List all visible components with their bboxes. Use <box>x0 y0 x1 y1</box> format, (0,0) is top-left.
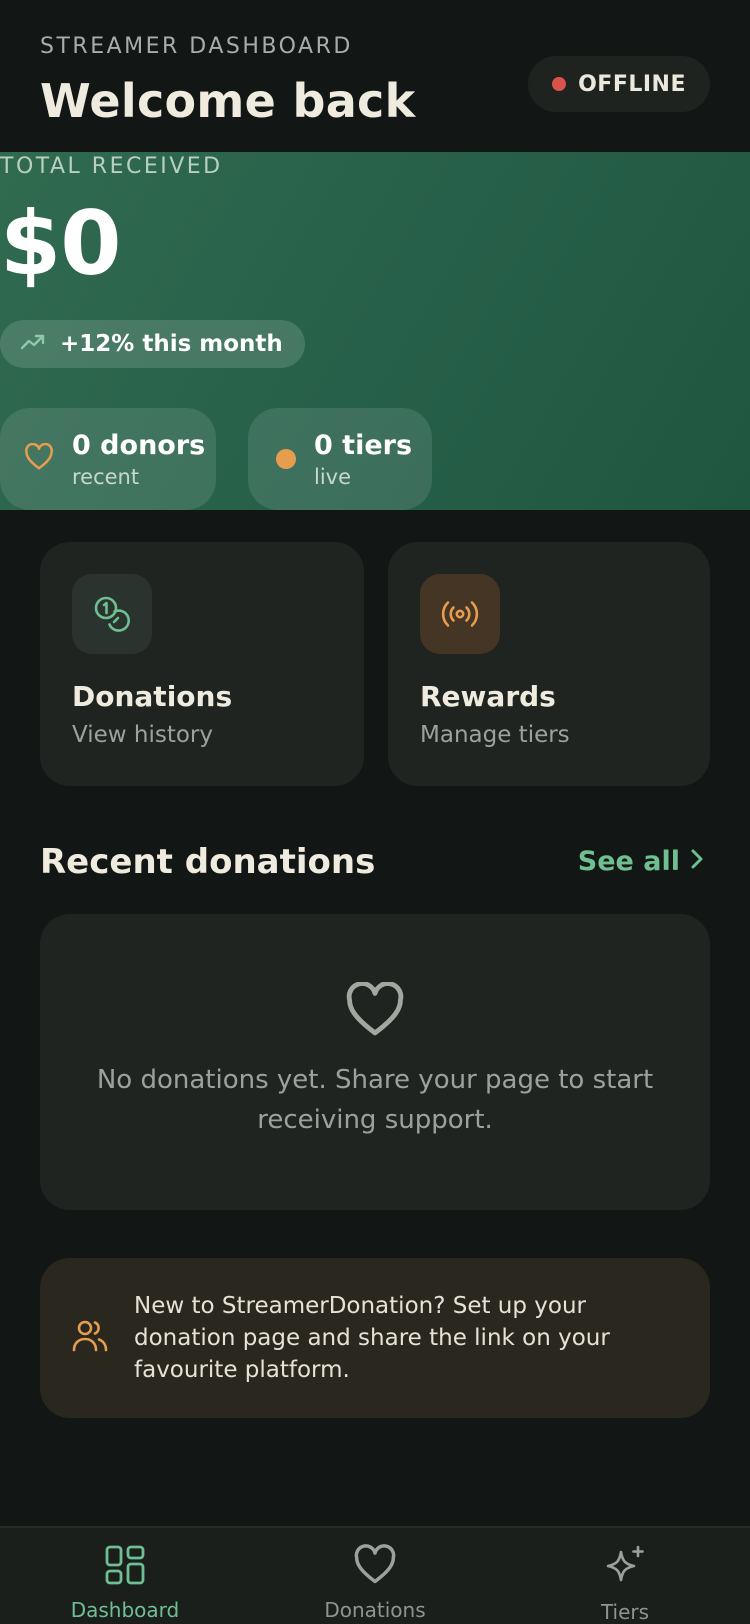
users-icon <box>70 1316 110 1360</box>
heart-icon <box>24 442 54 475</box>
nav-tab-dashboard[interactable]: Dashboard <box>0 1528 250 1624</box>
onboarding-tip-text: New to StreamerDonation? Set up your don… <box>134 1293 610 1383</box>
sparkle-icon <box>603 1544 647 1592</box>
heart-icon <box>353 1544 397 1590</box>
donors-stat: 0 donors recent <box>0 408 216 510</box>
chevron-right-icon <box>690 846 704 877</box>
empty-state-text: No donations yet. Share your page to sta… <box>96 1065 654 1135</box>
donors-count: 0 donors <box>72 429 206 461</box>
rewards-card-subtitle: Manage tiers <box>420 722 570 748</box>
heart-outline-icon <box>344 981 406 1042</box>
live-dot-icon <box>276 449 296 469</box>
bottom-navigation: Dashboard Donations Tiers <box>0 1526 750 1624</box>
nav-label-dashboard: Dashboard <box>70 1598 180 1622</box>
donations-card[interactable]: Donations View history <box>40 542 364 786</box>
nav-label-tiers: Tiers <box>600 1600 650 1624</box>
total-received-label: TOTAL RECEIVED <box>0 154 223 179</box>
see-all-link[interactable]: See all <box>578 846 704 877</box>
page-title: Welcome back <box>40 74 416 128</box>
donations-card-title: Donations <box>72 680 233 713</box>
broadcast-icon <box>420 574 500 654</box>
status-label: OFFLINE <box>578 71 686 97</box>
nav-label-donations: Donations <box>324 1598 426 1622</box>
trend-label: +12% this month <box>60 331 283 357</box>
page-eyebrow: STREAMER DASHBOARD <box>40 34 353 59</box>
trend-badge: +12% this month <box>0 320 305 368</box>
trending-up-icon <box>20 331 46 357</box>
dashboard-screen: STREAMER DASHBOARD Welcome back OFFLINE … <box>0 0 750 1624</box>
tiers-count: 0 tiers <box>314 429 413 461</box>
status-dot-icon <box>552 77 567 91</box>
rewards-card-title: Rewards <box>420 680 556 713</box>
empty-donations-card: No donations yet. Share your page to sta… <box>40 914 710 1210</box>
donors-sub: recent <box>72 464 140 489</box>
total-received-card: TOTAL RECEIVED $0 +12% this month 0 dono… <box>0 152 750 510</box>
nav-tab-donations[interactable]: Donations <box>250 1528 500 1624</box>
see-all-label: See all <box>577 846 680 877</box>
donations-card-subtitle: View history <box>72 722 213 748</box>
recent-donations-title: Recent donations <box>40 842 376 882</box>
coins-icon <box>72 574 152 654</box>
grid-icon <box>104 1544 146 1590</box>
tiers-sub: live <box>314 464 352 489</box>
rewards-card[interactable]: Rewards Manage tiers <box>388 542 710 786</box>
total-received-amount: $0 <box>0 192 121 295</box>
tiers-stat: 0 tiers live <box>248 408 432 510</box>
onboarding-tip-banner: New to StreamerDonation? Set up your don… <box>40 1258 710 1418</box>
nav-tab-tiers[interactable]: Tiers <box>500 1528 750 1624</box>
status-badge[interactable]: OFFLINE <box>528 56 710 112</box>
